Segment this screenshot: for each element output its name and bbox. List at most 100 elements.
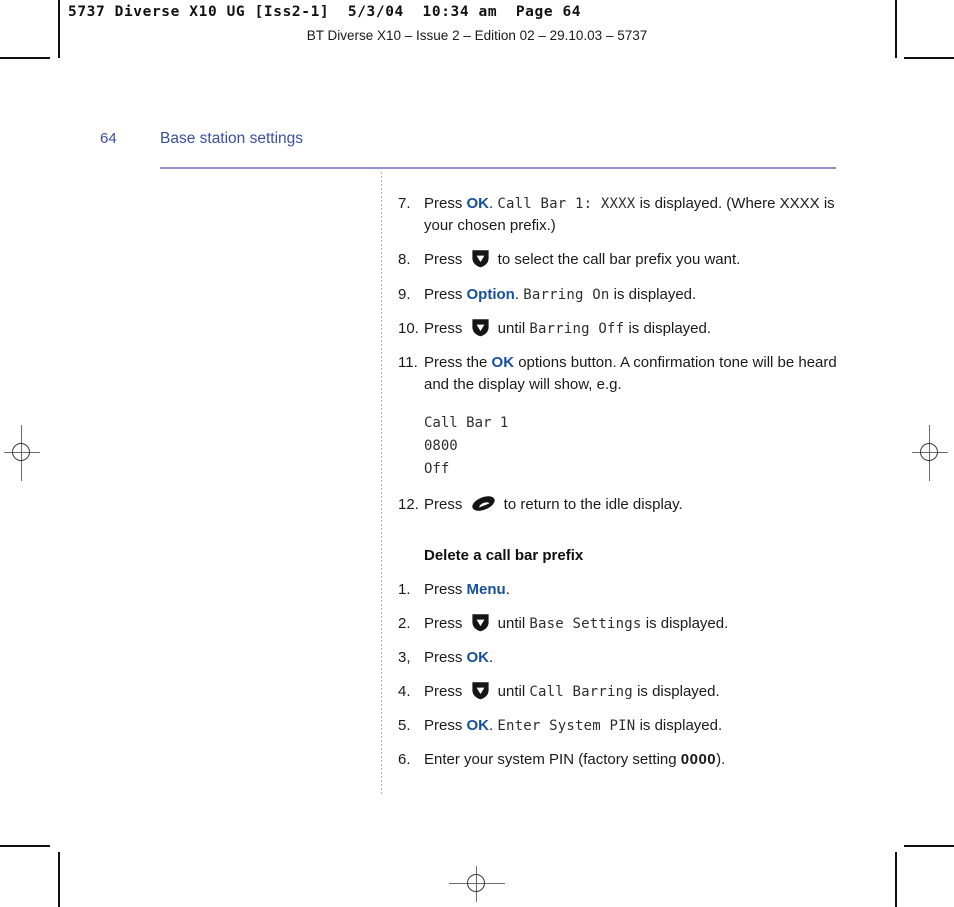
softkey-label: OK <box>491 353 515 371</box>
instruction-step: 6. Enter your system PIN (factory setting… <box>398 749 844 771</box>
step-text: until <box>493 614 530 632</box>
step-number: 2. <box>398 614 411 632</box>
steps-continued-list: 7. Press OK. Call Bar 1: XXXX is displaye… <box>398 193 844 396</box>
emphasised-value: 0000 <box>680 751 717 769</box>
step-body: Press to select the call bar prefix you … <box>424 249 844 271</box>
instruction-step: 7. Press OK. Call Bar 1: XXXX is displaye… <box>398 193 844 237</box>
step-text: Press <box>424 319 467 337</box>
display-line: Off <box>424 460 450 477</box>
step-body: Press OK. <box>424 647 844 669</box>
step-number: 11. <box>398 353 418 371</box>
instruction-step: 10. Press until Barring Off is displayed. <box>398 318 844 340</box>
registration-mark-left <box>4 425 40 481</box>
step-number: 5. <box>398 717 411 735</box>
step-number: 7. <box>398 195 411 212</box>
instruction-step: 9. Press Option. Barring On is displayed. <box>398 284 844 306</box>
step-text: is displayed. <box>641 614 729 632</box>
step-text: is displayed. <box>635 717 723 735</box>
crop-mark-bottom-left-vertical <box>58 852 60 907</box>
instruction-step: 12. Press to return to the idle display. <box>398 494 844 516</box>
down-arrow-key-icon <box>471 249 490 268</box>
step-text: Press <box>424 683 467 701</box>
step-body: Press until Barring Off is displayed. <box>424 318 844 340</box>
edition-line: BT Diverse X10 – Issue 2 – Edition 02 – … <box>306 28 648 43</box>
step-text: is displayed. <box>609 285 697 303</box>
down-arrow-key-icon <box>471 681 490 700</box>
registration-mark-bottom <box>449 866 505 902</box>
softkey-label: OK <box>466 195 490 212</box>
step-number: 12. <box>398 496 419 514</box>
display-text: Barring Off <box>529 320 625 337</box>
step-text: Press <box>424 614 467 632</box>
down-arrow-key-icon <box>471 318 490 337</box>
page-running-head: 64 Base station settings <box>100 130 303 148</box>
step-body: Press until Base Settings is displayed. <box>424 613 844 635</box>
step-number: 6. <box>398 751 411 769</box>
step-body: Enter your system PIN (factory setting 0… <box>424 749 844 771</box>
softkey-label: OK <box>466 717 490 735</box>
header-rule <box>160 167 836 169</box>
step-body: Press Menu. <box>424 579 844 601</box>
step-text: is displayed. <box>624 319 712 337</box>
end-call-key-icon <box>471 495 496 512</box>
content-column: 7. Press OK. Call Bar 1: XXXX is displaye… <box>398 193 844 784</box>
step-text: Press <box>424 580 467 598</box>
crop-mark-bottom-right-horizontal <box>904 845 954 847</box>
step-text: . <box>505 580 510 598</box>
softkey-label: Menu <box>466 580 506 598</box>
step-body: Press OK. Enter System PIN is displayed. <box>424 715 844 737</box>
display-text: Enter System PIN <box>497 718 636 735</box>
step-text: ). <box>716 751 726 769</box>
display-text: Base Settings <box>529 615 642 632</box>
display-text: Call Bar 1: XXXX <box>497 196 636 212</box>
step-text: Press <box>424 285 467 303</box>
step-text: . <box>489 648 494 666</box>
handset-display-sample: Call Bar 1 0800 Off <box>424 412 844 480</box>
step-number: 1. <box>398 580 411 598</box>
delete-prefix-steps-list: 1. Press Menu. 2. Press until Base Settings… <box>398 579 844 772</box>
crop-mark-bottom-left-horizontal <box>0 845 50 847</box>
step-body: Press the OK options button. A confirmat… <box>424 352 844 396</box>
display-text: Barring On <box>523 286 610 303</box>
step-text: Enter your system PIN (factory setting <box>424 751 681 769</box>
crop-mark-top-left-horizontal <box>0 57 50 59</box>
film-job-line: 5737 Diverse X10 UG [Iss2-1] 5/3/04 10:3… <box>68 4 582 20</box>
softkey-label: Option <box>466 285 515 303</box>
softkey-label: OK <box>466 648 490 666</box>
step-text: to select the call bar prefix you want. <box>493 251 741 269</box>
down-arrow-key-icon <box>471 613 490 632</box>
step-body: Press Option. Barring On is displayed. <box>424 284 844 306</box>
step-text: . <box>514 285 524 303</box>
display-line: Call Bar 1 <box>424 415 509 432</box>
step-text: Press <box>424 251 467 269</box>
step-text: until <box>493 683 530 701</box>
step-text: Press <box>424 717 467 735</box>
section-heading: Delete a call bar prefix <box>424 546 584 564</box>
instruction-step: 11. Press the OK options button. A confir… <box>398 352 844 396</box>
step-twelve: 12. Press to return to the idle display. <box>398 494 844 516</box>
step-number: 10. <box>398 319 419 337</box>
step-text: Press the <box>424 353 492 371</box>
document-page: 5737 Diverse X10 UG [Iss2-1] 5/3/04 10:3… <box>0 0 954 907</box>
column-divider <box>381 172 382 794</box>
instruction-step: 5. Press OK. Enter System PIN is displaye… <box>398 715 844 737</box>
chapter-title: Base station settings <box>160 130 304 147</box>
instruction-step: 4. Press until Call Barring is displayed. <box>398 681 844 703</box>
step-body: Press until Call Barring is displayed. <box>424 681 844 703</box>
crop-mark-top-right-horizontal <box>904 57 954 59</box>
registration-mark-right <box>912 425 948 481</box>
instruction-step: 3, Press OK. <box>398 647 844 669</box>
step-number: 8. <box>398 251 411 269</box>
step-text: Press <box>424 195 467 212</box>
step-text: Press <box>424 648 467 666</box>
step-text: until <box>493 319 530 337</box>
display-text: Call Barring <box>529 684 633 701</box>
instruction-step: 1. Press Menu. <box>398 579 844 601</box>
instruction-step: 2. Press until Base Settings is displayed… <box>398 613 844 635</box>
step-text: Press <box>424 496 467 514</box>
instruction-step: 8. Press to select the call bar prefix yo… <box>398 249 844 271</box>
step-number: 3, <box>398 648 411 666</box>
step-text: is displayed. <box>632 683 720 701</box>
step-body: Press OK. Call Bar 1: XXXX is displayed.… <box>424 193 844 237</box>
step-number: 9. <box>398 285 411 303</box>
